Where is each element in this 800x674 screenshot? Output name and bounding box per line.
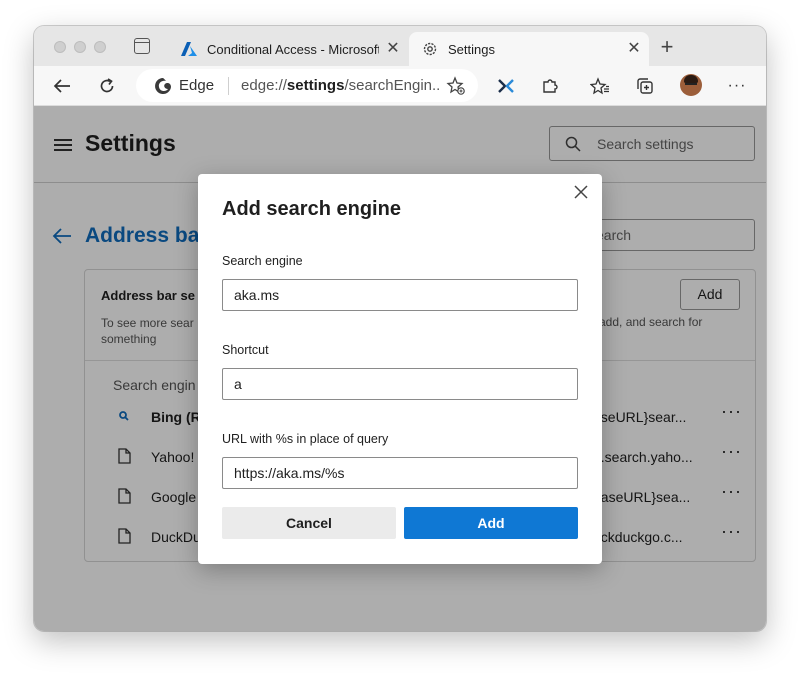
window-maximize-button[interactable] (94, 41, 106, 53)
tab-settings[interactable]: Settings ✕ (409, 32, 649, 66)
collections-icon[interactable] (633, 74, 657, 98)
tab-title: Settings (448, 41, 495, 57)
extension-x-icon[interactable] (494, 74, 518, 98)
tab-title: Conditional Access - Microsoft (207, 41, 379, 57)
more-options-icon[interactable]: ··· (725, 74, 749, 98)
address-bar[interactable]: Edge edge://settings/searchEngin... (136, 69, 478, 102)
close-icon[interactable]: ✕ (384, 40, 402, 58)
edge-label: Edge (179, 77, 215, 94)
divider (228, 76, 230, 95)
close-icon[interactable] (573, 184, 589, 200)
url-input[interactable] (222, 457, 578, 489)
search-engine-input[interactable] (222, 279, 578, 311)
window-close-button[interactable] (54, 41, 66, 53)
tab-strip: Conditional Access - Microsoft ✕ Setting… (34, 26, 766, 66)
url-label: URL with %s in place of query (222, 432, 389, 446)
dialog-title: Add search engine (222, 198, 401, 220)
url-text: edge://settings/searchEngin... (241, 77, 442, 94)
shortcut-label: Shortcut (222, 343, 269, 357)
back-icon[interactable] (50, 74, 74, 98)
refresh-icon[interactable] (95, 74, 119, 98)
cancel-button[interactable]: Cancel (222, 507, 396, 539)
edge-logo-icon (155, 77, 171, 94)
add-search-engine-dialog: Add search engine Search engine Shortcut… (198, 174, 602, 564)
add-favorite-icon[interactable] (446, 76, 466, 96)
window-minimize-button[interactable] (74, 41, 86, 53)
extensions-puzzle-icon[interactable] (538, 74, 562, 98)
avatar[interactable] (680, 74, 702, 96)
favorites-icon[interactable] (588, 74, 612, 98)
tab-conditional-access[interactable]: Conditional Access - Microsoft ✕ (168, 32, 408, 66)
add-button[interactable]: Add (404, 507, 578, 539)
azure-icon (180, 40, 198, 58)
toolbar: Edge edge://settings/searchEngin... ··· (34, 66, 766, 106)
close-icon[interactable]: ✕ (625, 40, 643, 58)
shortcut-input[interactable] (222, 368, 578, 400)
gear-icon (421, 40, 439, 58)
new-tab-button[interactable]: + (658, 36, 676, 58)
tab-actions-icon[interactable] (134, 38, 150, 54)
search-engine-label: Search engine (222, 254, 303, 268)
